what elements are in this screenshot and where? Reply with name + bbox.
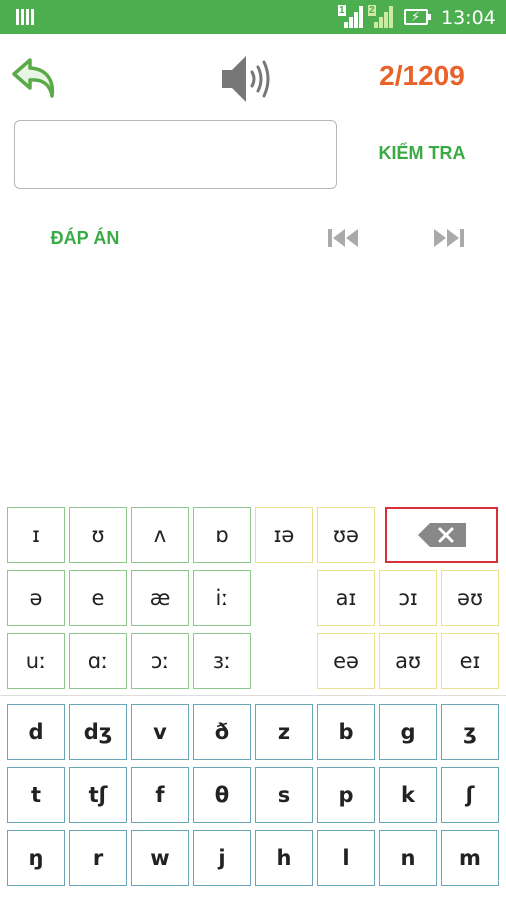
skip-previous-icon [328, 229, 358, 247]
key-consonant[interactable]: r [69, 830, 127, 886]
key-diphthong[interactable]: aɪ [317, 570, 375, 626]
key-vowel[interactable]: uː [7, 633, 65, 689]
backspace-icon [417, 523, 466, 547]
key-diphthong[interactable]: ɔɪ [379, 570, 437, 626]
key-vowel[interactable]: æ [131, 570, 189, 626]
status-bar: 1 2 ⚡ 13:04 [0, 0, 506, 34]
key-vowel[interactable]: ɒ [193, 507, 251, 563]
speaker-icon [222, 56, 270, 102]
key-diphthong[interactable]: aʊ [379, 633, 437, 689]
key-vowel[interactable]: ə [7, 570, 65, 626]
key-consonant[interactable]: ŋ [7, 830, 65, 886]
key-consonant[interactable]: ʒ [441, 704, 499, 760]
signal-sim2-icon: 2 [368, 5, 393, 28]
key-diphthong[interactable]: ɪə [255, 507, 313, 563]
key-consonant[interactable]: h [255, 830, 313, 886]
key-consonant[interactable]: p [317, 767, 375, 823]
key-consonant[interactable]: f [131, 767, 189, 823]
key-consonant[interactable]: m [441, 830, 499, 886]
key-diphthong[interactable]: əʊ [441, 570, 499, 626]
keyboard-divider [0, 695, 506, 696]
key-vowel[interactable]: ʊ [69, 507, 127, 563]
battery-icon: ⚡ [404, 9, 431, 25]
key-consonant[interactable]: w [131, 830, 189, 886]
speaker-button[interactable] [218, 52, 274, 106]
key-consonant[interactable]: θ [193, 767, 251, 823]
key-consonant[interactable]: g [379, 704, 437, 760]
key-diphthong[interactable]: eɪ [441, 633, 499, 689]
key-consonant[interactable]: s [255, 767, 313, 823]
key-vowel[interactable]: iː [193, 570, 251, 626]
key-consonant[interactable]: t [7, 767, 65, 823]
clock: 13:04 [441, 7, 496, 29]
key-consonant[interactable]: l [317, 830, 375, 886]
show-answer-button[interactable]: ĐÁP ÁN [30, 228, 140, 249]
skip-next-icon [434, 229, 464, 247]
sim2-label: 2 [368, 5, 376, 16]
key-consonant[interactable]: b [317, 704, 375, 760]
notification-icon [16, 9, 34, 25]
back-button[interactable] [8, 52, 58, 102]
key-vowel[interactable]: ɜː [193, 633, 251, 689]
key-consonant[interactable]: z [255, 704, 313, 760]
key-diphthong[interactable]: eə [317, 633, 375, 689]
key-consonant[interactable]: tʃ [69, 767, 127, 823]
key-vowel[interactable]: ɑː [69, 633, 127, 689]
key-consonant[interactable]: ð [193, 704, 251, 760]
key-consonant[interactable]: d [7, 704, 65, 760]
question-counter: 2/1209 [379, 60, 465, 91]
check-button[interactable]: KIỂM TRA [362, 143, 482, 164]
key-consonant[interactable]: v [131, 704, 189, 760]
key-consonant[interactable]: k [379, 767, 437, 823]
key-diphthong[interactable]: ʊə [317, 507, 375, 563]
key-vowel[interactable]: ɪ [7, 507, 65, 563]
next-button[interactable] [430, 226, 466, 250]
key-vowel[interactable]: ʌ [131, 507, 189, 563]
key-consonant[interactable]: n [379, 830, 437, 886]
answer-input[interactable] [14, 120, 337, 189]
key-vowel[interactable]: e [69, 570, 127, 626]
undo-arrow-icon [12, 58, 55, 98]
key-consonant[interactable]: dʒ [69, 704, 127, 760]
key-consonant[interactable]: ʃ [441, 767, 499, 823]
key-vowel[interactable]: ɔː [131, 633, 189, 689]
backspace-button[interactable] [385, 507, 498, 563]
key-consonant[interactable]: j [193, 830, 251, 886]
prev-button[interactable] [326, 226, 362, 250]
sim1-label: 1 [338, 5, 346, 16]
signal-sim1-icon: 1 [338, 5, 363, 28]
